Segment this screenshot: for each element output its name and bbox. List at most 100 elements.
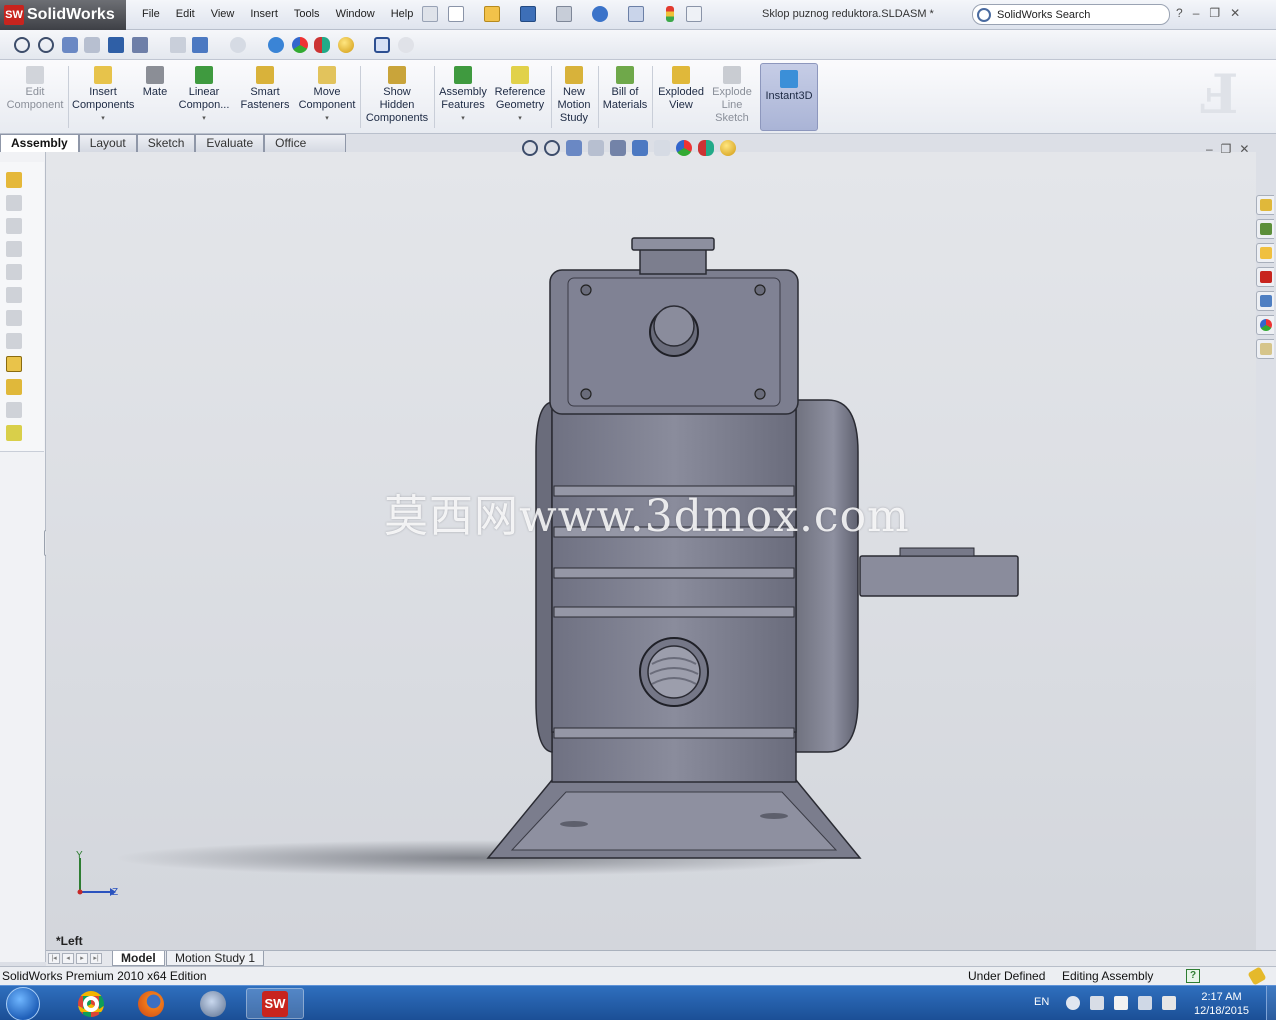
solidworks-logo[interactable]: SW SolidWorks — [0, 0, 126, 30]
shaded-with-edges-icon[interactable] — [374, 37, 390, 53]
dropdown-arrow-icon[interactable]: ▾ — [176, 112, 232, 125]
shell-icon[interactable] — [6, 402, 22, 418]
help-button[interactable]: ? — [1176, 6, 1183, 20]
quick-tips-help-icon[interactable]: ? — [1186, 969, 1200, 983]
firefox-taskbar-button[interactable] — [122, 988, 180, 1019]
menu-window[interactable]: Window — [328, 6, 383, 22]
cut-extrude-icon[interactable] — [6, 264, 22, 280]
new-motion-study-button[interactable]: New Motion Study — [554, 64, 594, 125]
move-component-button[interactable]: Move Component ▾ — [298, 64, 356, 125]
network-icon[interactable] — [1138, 996, 1152, 1010]
tab-model[interactable]: Model — [112, 951, 165, 966]
next-tab-nav-icon[interactable]: ▸ — [76, 953, 88, 964]
rebuild-icon[interactable] — [268, 37, 284, 53]
display-style-icon[interactable] — [132, 37, 148, 53]
mate-button[interactable]: Mate — [138, 64, 172, 99]
prev-tab-nav-icon[interactable]: ◂ — [62, 953, 74, 964]
instant3d-button[interactable]: Instant3D — [760, 63, 818, 131]
custom-properties-tab[interactable] — [1256, 339, 1274, 359]
explode-line-sketch-button[interactable]: Explode Line Sketch — [708, 64, 756, 125]
fillet-icon[interactable] — [6, 310, 22, 326]
appearances-tab[interactable] — [1256, 315, 1274, 335]
assembly-component-icon[interactable] — [6, 379, 22, 395]
dropdown-arrow-icon[interactable]: ▾ — [298, 112, 356, 125]
first-tab-nav-icon[interactable]: |◂ — [48, 953, 60, 964]
file-explorer-tab[interactable] — [1256, 243, 1274, 263]
edit-appearance-icon[interactable] — [676, 140, 692, 156]
section-view-icon[interactable] — [588, 140, 604, 156]
tab-office-products[interactable]: Office Products — [264, 134, 346, 164]
close-button[interactable]: ✕ — [1230, 6, 1240, 20]
chrome-taskbar-button[interactable] — [62, 988, 120, 1019]
zoom-to-fit-icon[interactable] — [522, 140, 538, 156]
dropdown-arrow-icon[interactable]: ▾ — [492, 112, 548, 125]
options-icon[interactable] — [686, 6, 702, 22]
rebuild-traffic-light-icon[interactable] — [666, 6, 674, 22]
assembly-features-button[interactable]: Assembly Features ▾ — [438, 64, 488, 125]
smart-fasteners-button[interactable]: Smart Fasteners — [238, 64, 292, 112]
standard-views-icon[interactable] — [192, 37, 208, 53]
tab-motion-study-1[interactable]: Motion Study 1 — [166, 951, 265, 966]
last-tab-nav-icon[interactable]: ▸| — [90, 953, 102, 964]
menu-view[interactable]: View — [203, 6, 243, 22]
menu-help[interactable]: Help — [383, 6, 422, 22]
reference-plane-icon[interactable] — [6, 425, 22, 441]
edit-appearance-icon[interactable] — [292, 37, 308, 53]
new-document-icon[interactable] — [448, 6, 464, 22]
solidworks-taskbar-button[interactable]: SW — [246, 988, 304, 1019]
tags-icon[interactable] — [1247, 966, 1267, 986]
tray-network-meter-icon[interactable] — [1090, 996, 1104, 1010]
tab-sketch[interactable]: Sketch — [136, 134, 196, 152]
realview-icon[interactable] — [338, 37, 354, 53]
solidworks-resources-tab[interactable] — [1256, 195, 1274, 215]
previous-view-icon[interactable] — [62, 37, 78, 53]
open-folder-icon[interactable] — [484, 6, 500, 22]
view-orientation-icon[interactable] — [108, 37, 124, 53]
3d-sketch-icon[interactable] — [6, 172, 22, 188]
cut-revolve-icon[interactable] — [6, 287, 22, 303]
tab-assembly[interactable]: Assembly — [0, 134, 79, 152]
display-style-icon[interactable] — [632, 140, 648, 156]
tab-layout[interactable]: Layout — [78, 134, 137, 152]
view-settings-icon[interactable] — [720, 140, 736, 156]
show-hidden-components-button[interactable]: Show Hidden Components — [364, 64, 430, 125]
minimize-button[interactable]: – — [1193, 6, 1200, 20]
apply-scene-icon[interactable] — [698, 140, 714, 156]
select-pointer-icon[interactable] — [628, 6, 644, 22]
print-icon[interactable] — [556, 6, 572, 22]
menu-tools[interactable]: Tools — [286, 6, 328, 22]
perspective-icon[interactable] — [398, 37, 414, 53]
zoom-to-area-icon[interactable] — [38, 37, 54, 53]
hole-wizard-icon[interactable] — [6, 356, 22, 372]
pin-menu-icon[interactable] — [422, 6, 438, 22]
search-input[interactable]: SolidWorks Search — [972, 4, 1170, 25]
save-icon[interactable] — [520, 6, 536, 22]
previous-view-icon[interactable] — [566, 140, 582, 156]
graphics-area[interactable]: Y Z — [46, 152, 1256, 950]
hide-show-items-icon[interactable] — [230, 37, 246, 53]
design-library-tab[interactable] — [1256, 219, 1274, 239]
language-indicator[interactable]: EN — [1034, 996, 1049, 1008]
show-desktop-button[interactable] — [1266, 986, 1276, 1020]
bill-of-materials-button[interactable]: Bill of Materials — [600, 64, 650, 112]
dropdown-arrow-icon[interactable]: ▾ — [72, 112, 134, 125]
extrude-icon[interactable] — [6, 218, 22, 234]
exploded-view-button[interactable]: Exploded View — [656, 64, 706, 112]
section-view-icon[interactable] — [84, 37, 100, 53]
restore-button[interactable]: ❐ — [1209, 6, 1220, 20]
edit-component-button[interactable]: Edit Component — [6, 64, 64, 112]
menu-edit[interactable]: Edit — [168, 6, 203, 22]
revolve-icon[interactable] — [6, 241, 22, 257]
reference-geometry-button[interactable]: Reference Geometry ▾ — [492, 64, 548, 125]
hide-show-items-icon[interactable] — [654, 140, 670, 156]
tray-app-icon[interactable] — [1066, 996, 1080, 1010]
insert-components-button[interactable]: Insert Components ▾ — [72, 64, 134, 125]
search-tab[interactable] — [1256, 267, 1274, 287]
smart-dimension-icon[interactable] — [6, 195, 22, 211]
menu-insert[interactable]: Insert — [242, 6, 286, 22]
start-button-icon[interactable] — [6, 987, 40, 1020]
zoom-selection-icon[interactable] — [170, 37, 186, 53]
apply-scene-icon[interactable] — [314, 37, 330, 53]
clock[interactable]: 2:17 AM 12/18/2015 — [1194, 990, 1249, 1018]
dropdown-arrow-icon[interactable]: ▾ — [438, 112, 488, 125]
